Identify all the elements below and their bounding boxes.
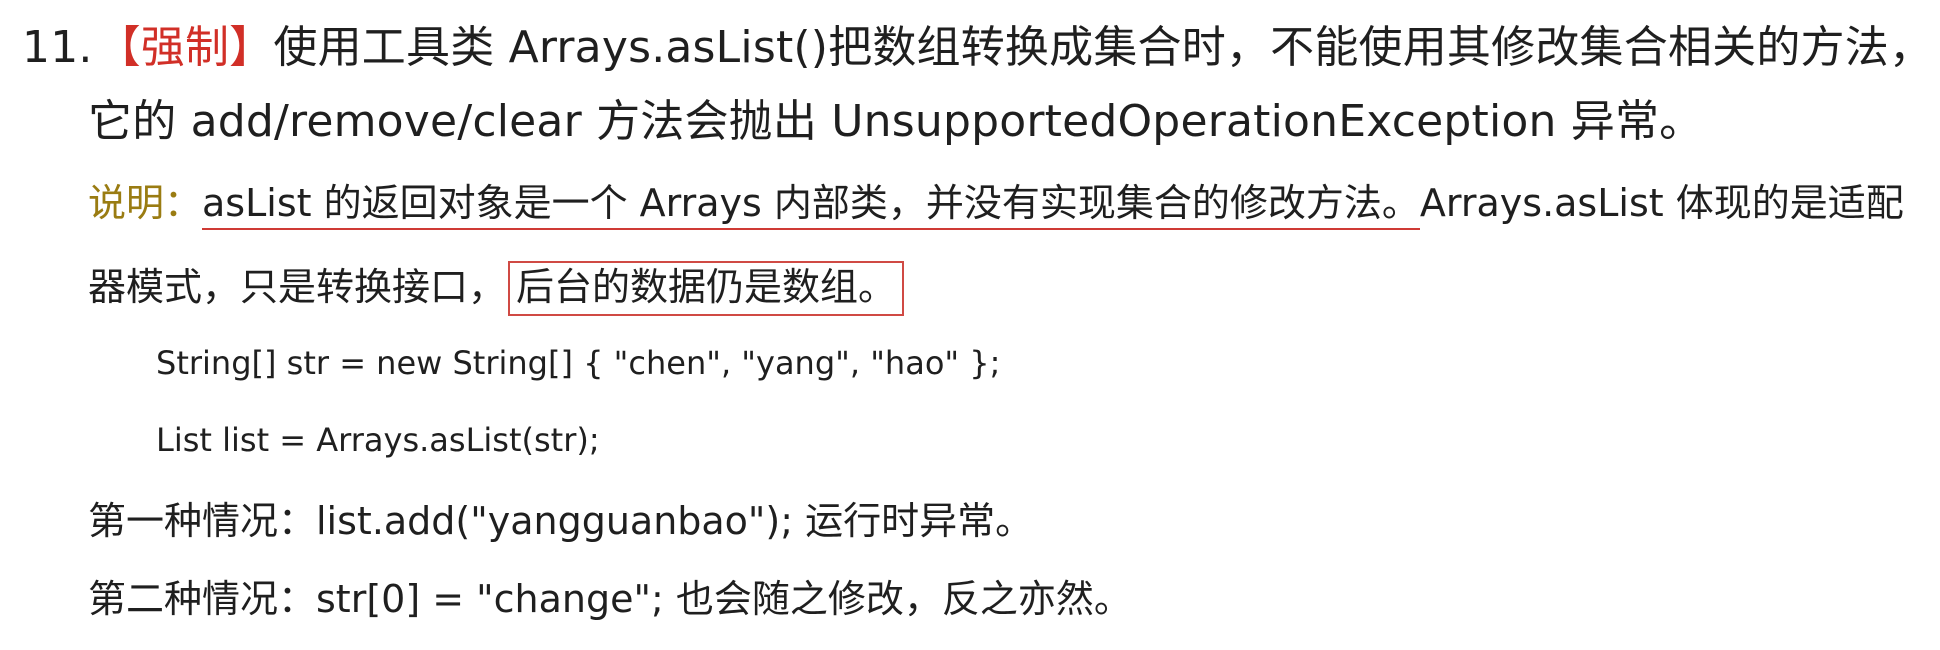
note-line-2-text: 器模式，只是转换接口， bbox=[88, 265, 507, 309]
code-line: List list = Arrays.asList(str); bbox=[156, 424, 600, 456]
note-label: 说明： bbox=[88, 181, 203, 225]
mandatory-tag: 【强制】 bbox=[96, 22, 274, 73]
code-line-text: String[] str = new String[] { "chen", "y… bbox=[156, 344, 1001, 382]
rule-title-part-2: 它的 add/remove/clear 方法会抛出 UnsupportedOpe… bbox=[88, 96, 1704, 147]
case-line: 第二种情况：str[0] = "change"; 也会随之修改，反之亦然。 bbox=[88, 580, 1132, 618]
code-line-text: List list = Arrays.asList(str); bbox=[156, 421, 600, 459]
code-line: String[] str = new String[] { "chen", "y… bbox=[156, 347, 1000, 379]
note-underlined-text: asList 的返回对象是一个 Arrays 内部类，并没有实现集合的修改方法。 bbox=[202, 181, 1420, 230]
case-line: 第一种情况：list.add("yangguanbao"); 运行时异常。 bbox=[88, 502, 1033, 540]
note-line-1: 说明：asList 的返回对象是一个 Arrays 内部类，并没有实现集合的修改… bbox=[88, 181, 1904, 230]
case-text: 第一种情况：list.add("yangguanbao"); 运行时异常。 bbox=[88, 499, 1034, 543]
note-line-2: 器模式，只是转换接口， 后台的数据仍是数组。 bbox=[88, 261, 905, 316]
rule-heading-line-1: 11.【强制】使用工具类 Arrays.asList()把数组转换成集合时，不能… bbox=[22, 26, 1933, 70]
case-text: 第二种情况：str[0] = "change"; 也会随之修改，反之亦然。 bbox=[88, 577, 1132, 621]
rule-heading-line-2: 它的 add/remove/clear 方法会抛出 UnsupportedOpe… bbox=[88, 100, 1703, 144]
rule-title-part-1: 使用工具类 Arrays.asList()把数组转换成集合时，不能使用其修改集合… bbox=[273, 22, 1934, 73]
note-continuation: Arrays.asList 体现的是适配 bbox=[1419, 181, 1904, 225]
coding-rule: 11.【强制】使用工具类 Arrays.asList()把数组转换成集合时，不能… bbox=[0, 0, 1940, 650]
highlighted-note-box: 后台的数据仍是数组。 bbox=[508, 261, 905, 316]
rule-number: 11. bbox=[22, 22, 93, 73]
